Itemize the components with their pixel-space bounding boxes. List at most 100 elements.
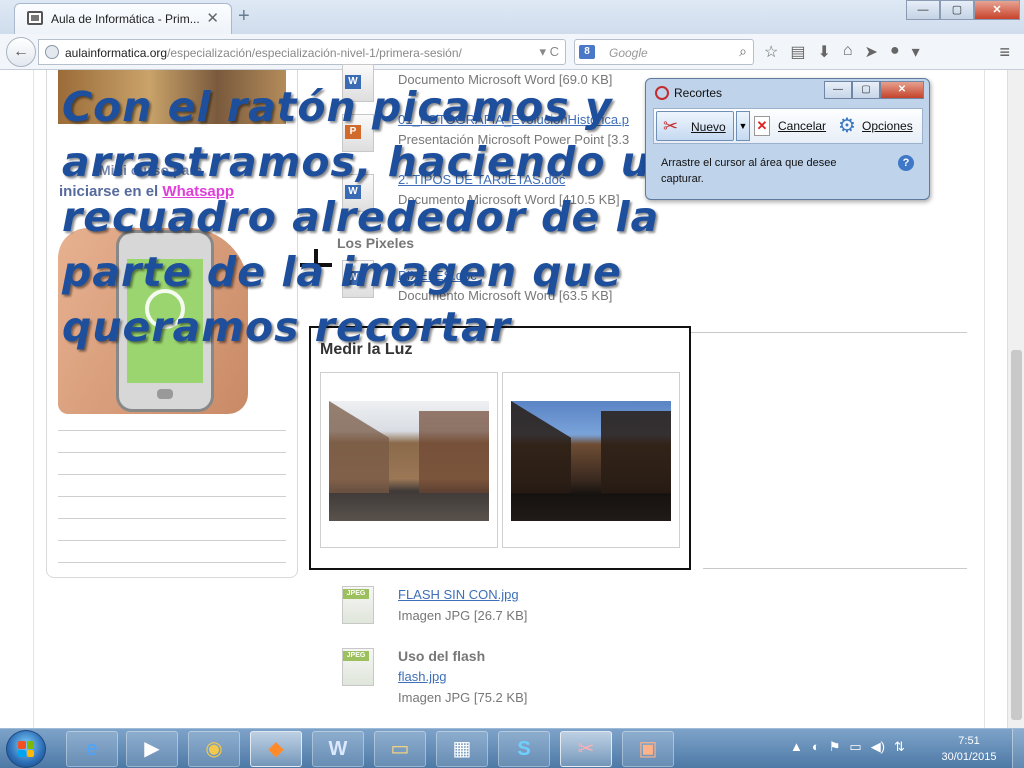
file-link[interactable]: FLASH SIN CON.jpg bbox=[398, 587, 519, 602]
file-link[interactable]: flash.jpg bbox=[398, 669, 446, 684]
help-icon[interactable]: ? bbox=[898, 155, 914, 171]
bookmark-star-icon[interactable]: ☆ bbox=[764, 42, 778, 62]
skype-icon[interactable]: S bbox=[498, 731, 550, 767]
chrome-icon[interactable]: ◉ bbox=[188, 731, 240, 767]
show-hidden-icons-icon[interactable]: ▲ bbox=[790, 739, 803, 755]
search-bar[interactable]: 8 Google ⌕ bbox=[574, 39, 754, 65]
action-center-flag-icon[interactable]: ⚑ bbox=[829, 739, 841, 755]
navigation-bar: ← aulainformatica.org/especialización/es… bbox=[0, 34, 1024, 70]
show-desktop-button[interactable] bbox=[1012, 729, 1024, 768]
sync-icon[interactable]: ⇅ bbox=[894, 739, 905, 755]
url-path: /especialización/especialización-nivel-1… bbox=[167, 46, 462, 60]
url-host: aulainformatica.org bbox=[65, 46, 168, 60]
snip-instruction: Arrastre el cursor al área que desee cap… bbox=[661, 157, 837, 185]
tab-close-icon[interactable]: ✕ bbox=[206, 9, 219, 27]
jpg-file-icon: JPEG bbox=[342, 586, 374, 624]
building-left bbox=[329, 401, 389, 493]
reload-icon[interactable]: ▾ C bbox=[539, 44, 559, 60]
volume-icon[interactable]: ◀) bbox=[871, 739, 885, 755]
new-snip-label: Nuevo bbox=[691, 120, 726, 134]
clock-date: 30/01/2015 bbox=[941, 751, 997, 763]
snip-minimize-button[interactable]: — bbox=[824, 81, 852, 99]
start-button[interactable] bbox=[6, 730, 46, 768]
network-icon[interactable]: ▭ bbox=[849, 739, 861, 755]
divider bbox=[58, 540, 286, 541]
powerpoint-icon[interactable]: ▣ bbox=[622, 731, 674, 767]
street-photo-dark bbox=[511, 401, 671, 521]
photo-card[interactable] bbox=[502, 372, 680, 548]
divider bbox=[58, 562, 286, 563]
toolbar-icons: ☆ ▤ ⬇ ⌂ ➤ ● ▾ bbox=[764, 42, 920, 62]
divider bbox=[58, 452, 286, 453]
divider bbox=[58, 474, 286, 475]
snip-selection-rectangle: Medir la Luz bbox=[309, 326, 691, 570]
options-button[interactable]: Opciones bbox=[862, 119, 913, 133]
building-right bbox=[419, 411, 489, 493]
jpg-file-icon: JPEG bbox=[342, 648, 374, 686]
media-player-icon[interactable]: ▶ bbox=[126, 731, 178, 767]
scissors-icon: ✂ bbox=[663, 116, 679, 136]
home-icon[interactable]: ⌂ bbox=[843, 42, 853, 62]
sidebar-lines bbox=[58, 430, 286, 584]
new-snip-dropdown[interactable]: ▼ bbox=[736, 111, 750, 141]
tray-app-icon[interactable]: ◐ bbox=[812, 739, 820, 755]
system-tray: ▲ ◐ ⚑ ▭ ◀) ⇅ bbox=[790, 739, 905, 755]
building-left bbox=[511, 401, 571, 493]
addon-dropdown-icon[interactable]: ▾ bbox=[912, 42, 920, 62]
snip-maximize-button[interactable]: ▢ bbox=[852, 81, 880, 99]
gear-icon[interactable]: ⚙ bbox=[838, 113, 856, 138]
word-icon[interactable]: W bbox=[312, 731, 364, 767]
browser-tab[interactable]: Aula de Informática - Prim... ✕ bbox=[14, 3, 232, 34]
cancel-button[interactable]: Cancelar bbox=[778, 119, 826, 133]
snipping-tool-taskbar-icon[interactable]: ✂ bbox=[560, 731, 612, 767]
page-favicon-icon bbox=[27, 11, 43, 25]
internet-explorer-icon[interactable]: e bbox=[66, 731, 118, 767]
window-controls: — ▢ ✕ bbox=[906, 0, 1020, 20]
divider bbox=[58, 496, 286, 497]
snipping-tool-icon bbox=[655, 86, 669, 100]
street-photo-light bbox=[329, 401, 489, 521]
cancel-icon[interactable]: ✕ bbox=[754, 116, 770, 136]
phone-home-button bbox=[157, 389, 173, 399]
url-bar[interactable]: aulainformatica.org/especialización/espe… bbox=[38, 39, 566, 65]
page-scrollbar[interactable] bbox=[1007, 70, 1024, 728]
divider bbox=[703, 568, 967, 569]
globe-icon bbox=[45, 45, 59, 59]
snip-close-button[interactable]: ✕ bbox=[880, 81, 924, 99]
screen: Aula de Informática - Prim... ✕ + — ▢ ✕ … bbox=[0, 0, 1024, 768]
send-icon[interactable]: ➤ bbox=[865, 42, 878, 62]
close-button[interactable]: ✕ bbox=[974, 0, 1020, 20]
photo-card[interactable] bbox=[320, 372, 498, 548]
section-title: Uso del flash bbox=[398, 648, 486, 664]
clock-time: 7:51 bbox=[958, 735, 980, 747]
new-tab-button[interactable]: + bbox=[238, 5, 250, 28]
scrollbar-thumb[interactable] bbox=[1011, 350, 1022, 720]
tab-title: Aula de Informática - Prim... bbox=[51, 12, 200, 26]
divider bbox=[58, 430, 286, 431]
url-text: aulainformatica.org/especialización/espe… bbox=[65, 46, 462, 60]
clock[interactable]: 7:51 30/01/2015 bbox=[934, 733, 1004, 765]
file-meta: Imagen JPG [75.2 KB] bbox=[398, 690, 528, 705]
browser-titlebar: Aula de Informática - Prim... ✕ + — ▢ ✕ bbox=[0, 0, 1024, 34]
snipping-tool-window: Recortes — ▢ ✕ ✂ Nuevo ▼ ✕ Cancelar ⚙ Op… bbox=[645, 78, 930, 200]
menu-icon[interactable]: ≡ bbox=[999, 42, 1010, 63]
bookmarks-list-icon[interactable]: ▤ bbox=[790, 42, 805, 62]
minimize-button[interactable]: — bbox=[906, 0, 940, 20]
taskbar: e ▶ ◉ ◆ W ▭ ▦ S ✂ ▣ ▲ ◐ ⚑ ▭ ◀) ⇅ 7:51 30… bbox=[0, 728, 1024, 768]
windows-logo-icon bbox=[18, 741, 34, 757]
file-explorer-icon[interactable]: ▭ bbox=[374, 731, 426, 767]
maximize-button[interactable]: ▢ bbox=[940, 0, 974, 20]
back-button[interactable]: ← bbox=[6, 37, 36, 67]
new-snip-button[interactable]: ✂ Nuevo bbox=[656, 111, 734, 141]
file-meta: Imagen JPG [26.7 KB] bbox=[398, 608, 528, 623]
snipping-toolbar: ✂ Nuevo ▼ ✕ Cancelar ⚙ Opciones bbox=[653, 108, 923, 144]
downloads-icon[interactable]: ⬇ bbox=[817, 42, 830, 62]
calculator-icon[interactable]: ▦ bbox=[436, 731, 488, 767]
snipping-tool-title: Recortes bbox=[674, 86, 723, 100]
firefox-icon[interactable]: ◆ bbox=[250, 731, 302, 767]
divider bbox=[58, 518, 286, 519]
search-engine-icon[interactable]: 8 bbox=[579, 45, 595, 59]
search-icon[interactable]: ⌕ bbox=[739, 43, 747, 60]
addon-icon[interactable]: ● bbox=[890, 42, 900, 62]
building-right bbox=[601, 411, 671, 493]
